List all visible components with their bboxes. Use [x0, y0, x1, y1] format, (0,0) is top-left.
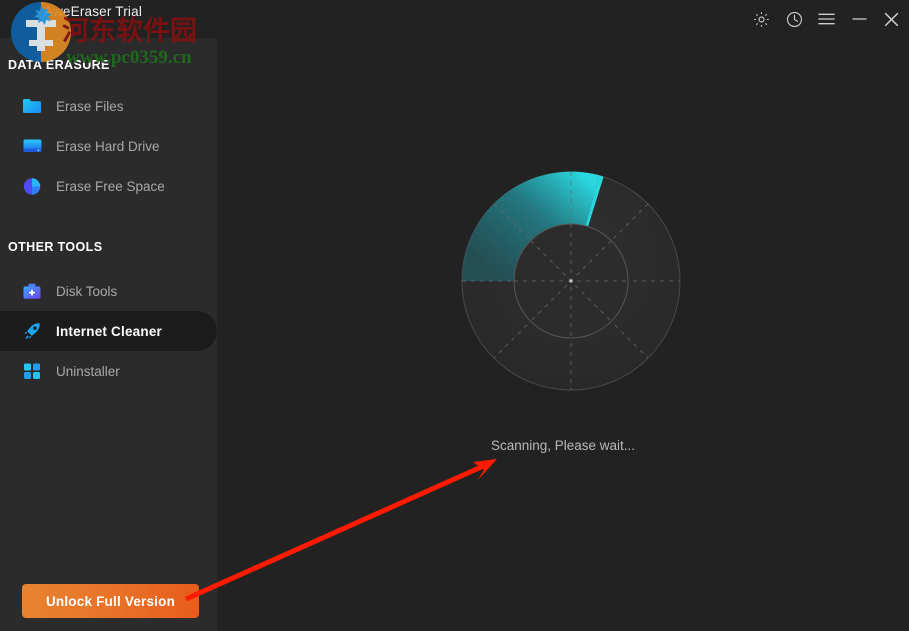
- rocket-icon: [20, 319, 44, 343]
- sidebar-item-label: Uninstaller: [56, 363, 120, 379]
- settings-icon[interactable]: [744, 0, 778, 38]
- hard-drive-icon: [20, 134, 44, 158]
- sidebar-item-label: Erase Files: [56, 98, 124, 114]
- app-window: DATA ERASURE Erase Files Erase Hard Driv…: [0, 0, 909, 631]
- sidebar-item-erase-hard-drive[interactable]: Erase Hard Drive: [0, 126, 217, 166]
- scanning-status-text: Scanning, Please wait...: [490, 438, 636, 453]
- sidebar-item-erase-files[interactable]: Erase Files: [0, 86, 217, 126]
- grid-squares-icon: [20, 359, 44, 383]
- toolbox-icon: [20, 279, 44, 303]
- scanning-radar-graphic: [461, 171, 681, 391]
- menu-icon[interactable]: [809, 0, 843, 38]
- sidebar-section-other-tools: OTHER TOOLS: [8, 240, 103, 254]
- sidebar-item-uninstaller[interactable]: Uninstaller: [0, 351, 217, 391]
- main-content: Scanning, Please wait...: [217, 0, 909, 631]
- sidebar-item-erase-free-space[interactable]: Erase Free Space: [0, 166, 217, 206]
- unlock-full-version-button[interactable]: Unlock Full Version: [22, 584, 199, 618]
- sidebar-item-internet-cleaner[interactable]: Internet Cleaner: [0, 311, 217, 351]
- sidebar-item-label: Erase Free Space: [56, 178, 165, 194]
- sidebar-item-label: Internet Cleaner: [56, 323, 162, 339]
- sidebar-section-data-erasure: DATA ERASURE: [8, 58, 110, 72]
- sidebar: DATA ERASURE Erase Files Erase Hard Driv…: [0, 0, 217, 631]
- app-title: AweEraser Trial: [44, 4, 143, 19]
- sidebar-item-label: Disk Tools: [56, 283, 118, 299]
- pie-chart-icon: [20, 174, 44, 198]
- title-bar: AweEraser Trial: [0, 0, 909, 38]
- history-icon[interactable]: [777, 0, 811, 38]
- folder-icon: [20, 94, 44, 118]
- minimize-icon[interactable]: [842, 0, 876, 38]
- close-icon[interactable]: [874, 0, 908, 38]
- sidebar-item-label: Erase Hard Drive: [56, 138, 160, 154]
- sidebar-item-disk-tools[interactable]: Disk Tools: [0, 271, 217, 311]
